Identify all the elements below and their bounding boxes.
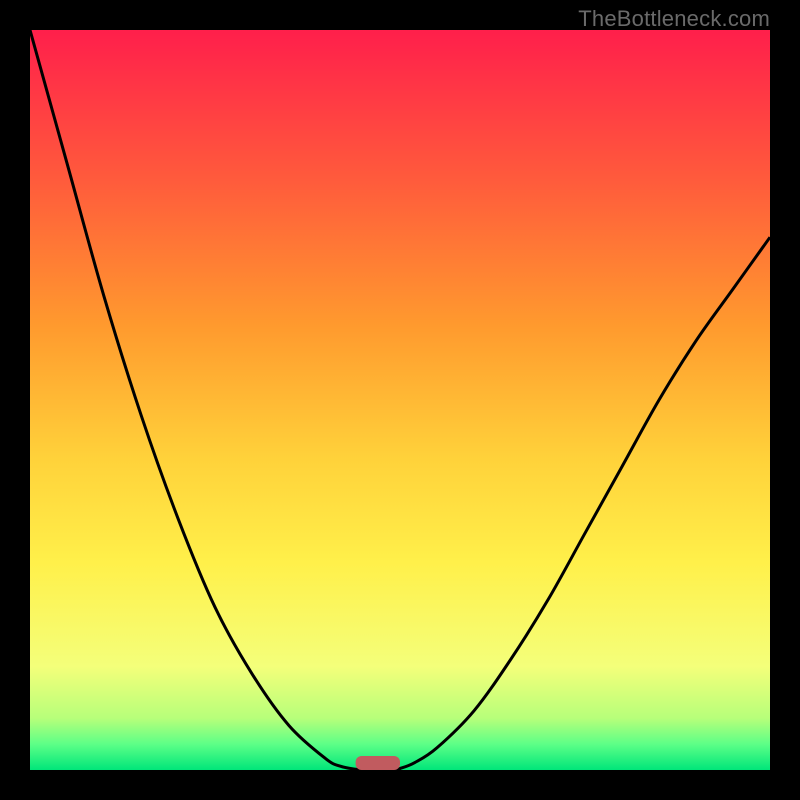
- bottleneck-marker: [356, 756, 400, 770]
- watermark-text: TheBottleneck.com: [578, 6, 770, 32]
- chart-frame: TheBottleneck.com: [0, 0, 800, 800]
- plot-area: [30, 30, 770, 770]
- bottleneck-chart: [30, 30, 770, 770]
